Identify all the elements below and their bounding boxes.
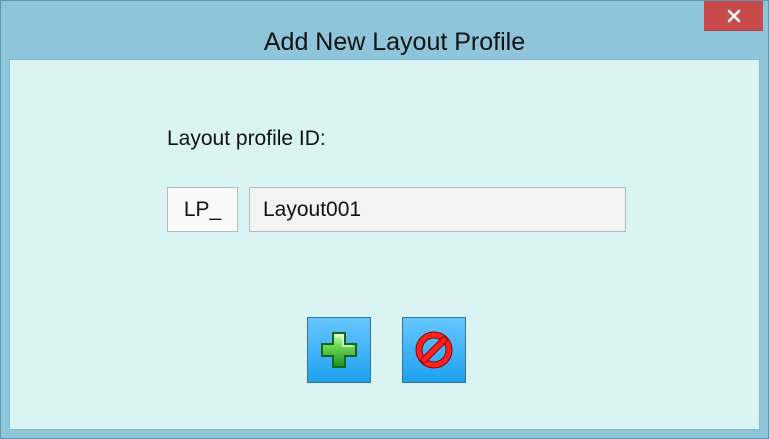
profile-prefix: LP_ (167, 187, 238, 232)
layout-profile-id-input[interactable] (249, 187, 626, 232)
layout-profile-id-label: Layout profile ID: (167, 127, 326, 150)
close-button[interactable] (704, 1, 763, 31)
add-profile-button[interactable] (307, 317, 371, 383)
red-prohibited-icon (414, 330, 454, 370)
dialog-content: Layout profile ID: LP_ (9, 59, 760, 430)
green-plus-icon (318, 329, 360, 371)
window-title: Add New Layout Profile (263, 28, 526, 56)
close-icon (704, 1, 763, 31)
dialog-window: Add New Layout Profile Layout profile ID… (0, 0, 769, 439)
title-bar: Add New Layout Profile (1, 1, 768, 59)
cancel-profile-button[interactable] (402, 317, 466, 383)
